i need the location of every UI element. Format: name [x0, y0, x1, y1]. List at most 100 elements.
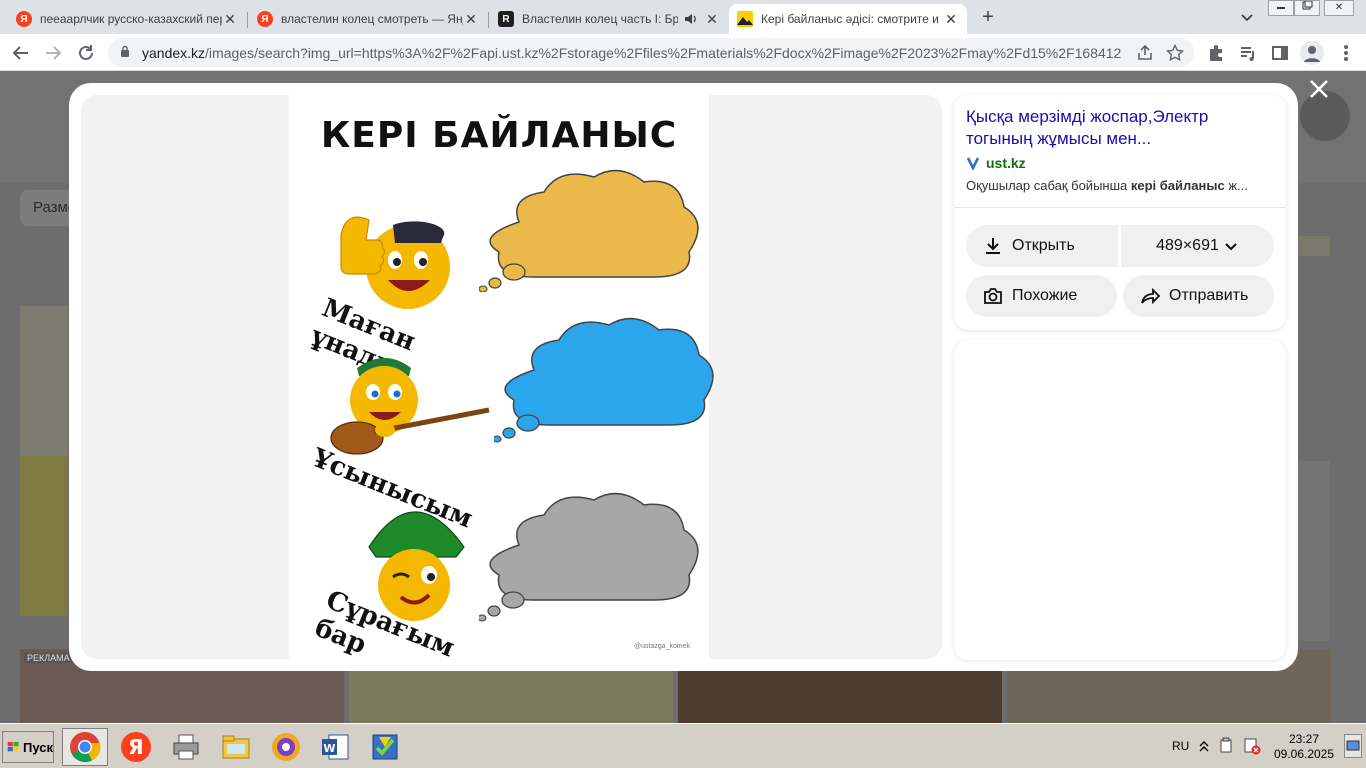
open-label: Открыть	[1012, 237, 1075, 254]
bookmark-star-icon[interactable]	[1166, 44, 1184, 62]
similar-button[interactable]: Похожие	[966, 275, 1117, 317]
close-window-button[interactable]: ✕	[1324, 0, 1354, 16]
tab-4-active[interactable]: Кері байланыс әдісі: смотрите и с ✕	[729, 4, 967, 34]
share-label: Отправить	[1169, 287, 1249, 304]
taskbar-app-yellow[interactable]	[263, 728, 309, 766]
tab-1[interactable]: Я пееаарлчик русско-казахский пер ✕	[8, 4, 246, 34]
snippet-ellipsis: ж...	[1224, 178, 1248, 193]
lock-icon[interactable]	[120, 45, 130, 57]
url-text: yandex.kz/images/search?img_url=https%3A…	[142, 45, 1122, 61]
person-icon	[1304, 46, 1320, 62]
share-arrow-icon	[1141, 287, 1161, 305]
clock-time: 23:27	[1288, 732, 1320, 746]
checklist-icon	[372, 734, 398, 760]
printer-icon	[173, 734, 199, 760]
similar-label: Похожие	[1012, 287, 1078, 304]
security-alert-icon[interactable]	[1243, 737, 1261, 755]
tab-title: властелин колец смотреть — Янде	[281, 12, 463, 26]
thumbnail[interactable]	[20, 306, 68, 456]
chrome-icon	[70, 732, 101, 763]
source-domain: ust.kz	[986, 155, 1026, 171]
share-page-icon[interactable]	[1136, 44, 1154, 62]
tab-separator	[488, 12, 489, 28]
extensions-icon[interactable]	[1206, 43, 1226, 63]
cloud-orange-shape	[479, 169, 699, 292]
app-circle-icon	[272, 733, 300, 761]
download-icon	[986, 238, 1000, 254]
taskbar-chrome[interactable]	[62, 728, 108, 766]
new-tab-button[interactable]: +	[976, 6, 1000, 30]
thumbnail[interactable]	[1298, 236, 1330, 256]
audio-playing-icon[interactable]	[684, 12, 698, 26]
tab-search-icon[interactable]	[1238, 8, 1256, 26]
media-controls-icon[interactable]	[1238, 43, 1258, 63]
close-tab-icon[interactable]: ✕	[463, 11, 479, 28]
taskbar-explorer[interactable]	[213, 728, 259, 766]
desktop-icon	[1346, 740, 1360, 751]
svg-text:Я: Я	[128, 735, 143, 759]
forward-button[interactable]	[40, 40, 66, 66]
clipboard-icon[interactable]	[1218, 737, 1234, 753]
thumbs-up-smiley-icon	[340, 216, 450, 309]
tray-expand-icon[interactable]	[1198, 739, 1210, 753]
maximize-button[interactable]	[1294, 0, 1320, 16]
size-label: 489×691	[1156, 237, 1219, 254]
ust-kz-logo-icon	[966, 157, 980, 170]
svg-text:W: W	[323, 742, 335, 755]
windows-taskbar: Пуск Я W RU 23:27 09.06.2025	[0, 723, 1366, 768]
close-tab-icon[interactable]: ✕	[222, 11, 238, 28]
close-tab-icon[interactable]: ✕	[704, 11, 720, 28]
yandex-images-icon	[737, 11, 753, 27]
source-page-title[interactable]: Қысқа мерзімді жоспар,Электр тогының жұм…	[966, 106, 1266, 150]
keyboard-language[interactable]: RU	[1172, 739, 1189, 753]
start-label: Пуск	[23, 739, 53, 755]
cloud-gray-shape	[479, 492, 699, 622]
size-dropdown[interactable]: 489×691	[1121, 225, 1274, 267]
arrow-right-icon	[46, 46, 62, 60]
close-tab-icon[interactable]: ✕	[943, 11, 959, 28]
dombra-smiley-icon	[330, 358, 490, 455]
back-button[interactable]	[8, 40, 34, 66]
taskbar-word[interactable]: W	[312, 728, 358, 766]
yandex-icon: Я	[121, 732, 151, 762]
snippet-highlight: кері байланыс	[1130, 178, 1225, 193]
tab-title: пееаарлчик русско-казахский пер	[40, 12, 222, 26]
r-icon: R	[498, 11, 514, 27]
tab-3[interactable]: R Властелин колец часть I: Бра ✕	[490, 4, 728, 34]
close-icon	[1310, 80, 1328, 98]
minimize-button[interactable]	[1268, 0, 1294, 16]
tab-strip: Я пееаарлчик русско-казахский пер ✕ Я вл…	[0, 0, 1366, 34]
taskbar-printer[interactable]	[163, 728, 209, 766]
url-path: /images/search?img_url=https%3A%2F%2Fapi…	[205, 45, 1122, 61]
tab-title: Кері байланыс әдісі: смотрите и с	[761, 12, 943, 26]
open-button[interactable]: Открыть	[966, 225, 1118, 267]
address-bar[interactable]: yandex.kz/images/search?img_url=https%3A…	[108, 38, 1194, 67]
close-viewer-button[interactable]	[1306, 78, 1332, 104]
system-clock[interactable]: 23:27 09.06.2025	[1268, 732, 1340, 762]
thumbnail[interactable]	[1298, 461, 1330, 641]
side-panel-icon[interactable]	[1270, 43, 1290, 63]
snippet-text: Оқушылар сабақ бойынша	[966, 178, 1131, 193]
image-preview-pane[interactable]: КЕРІ БАЙЛАНЫС Маған ұнады Ұсынысым Сұрағ…	[81, 95, 942, 659]
tab-2[interactable]: Я властелин колец смотреть — Янде ✕	[249, 4, 487, 34]
reload-button[interactable]	[73, 40, 99, 66]
windows-logo-icon	[7, 741, 19, 752]
taskbar-checklist-app[interactable]	[362, 728, 408, 766]
preview-image[interactable]: КЕРІ БАЙЛАНЫС Маған ұнады Ұсынысым Сұрағ…	[289, 95, 714, 659]
word-icon: W	[322, 734, 349, 760]
tab-separator	[247, 12, 248, 28]
cloud-blue-shape	[494, 317, 714, 443]
tab-title: Властелин колец часть I: Бра	[522, 12, 678, 26]
menu-kebab-icon[interactable]	[1336, 43, 1356, 63]
thumbnail[interactable]	[20, 456, 68, 616]
show-desktop-button[interactable]	[1344, 734, 1362, 758]
image-watermark: @ustazga_komek	[634, 643, 691, 650]
divider	[954, 207, 1286, 208]
start-button[interactable]: Пуск	[2, 731, 54, 763]
profile-avatar[interactable]	[1300, 41, 1324, 65]
source-snippet: Оқушылар сабақ бойынша кері байланыс ж..…	[966, 178, 1274, 193]
taskbar-yandex-browser[interactable]: Я	[113, 728, 159, 766]
related-content-card	[954, 340, 1286, 660]
source-site[interactable]: ust.kz	[966, 155, 1026, 171]
share-button[interactable]: Отправить	[1123, 275, 1274, 317]
